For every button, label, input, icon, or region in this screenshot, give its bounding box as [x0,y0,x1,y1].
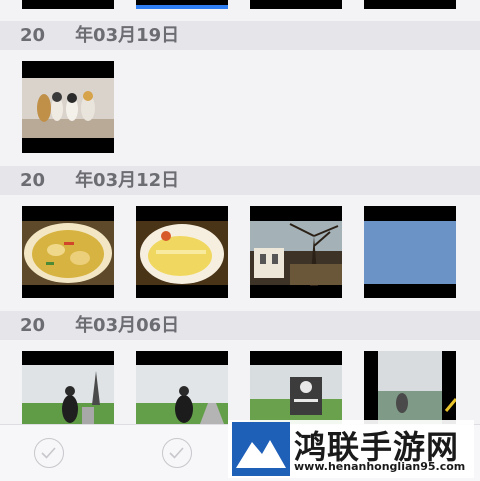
blue-sky-photo [364,221,456,284]
photo-thumbnail-partial[interactable] [364,0,456,9]
photo-thumbnail[interactable] [364,206,456,298]
glass-building-photo [378,351,456,424]
date-section-header: 20 年03月06日 [0,311,480,340]
date-month-day: 年03月12日 [75,170,180,191]
photo-thumbnail-partial-selected[interactable] [136,0,228,9]
select-checkmark-icon[interactable] [34,438,64,468]
watermark-overlay: 鸿联手游网 www.henanhonglian95.com [228,420,474,478]
person-park-photo [22,365,114,424]
watermark-url: www.henanhonglian95.com [294,460,466,473]
photo-thumbnail[interactable] [250,351,342,424]
photo-thumbnail[interactable] [136,351,228,424]
chicken-curry-photo [22,221,114,285]
toy-figurines-photo [22,78,114,138]
date-month-day: 年03月06日 [75,315,180,336]
site-logo-icon [232,422,290,476]
date-month-day: 年03月19日 [75,25,180,46]
photo-thumbnail[interactable] [364,351,456,424]
date-section-header: 20 年03月12日 [0,166,480,195]
select-checkmark-icon[interactable] [162,438,192,468]
photo-thumbnail[interactable] [250,206,342,298]
omelette-rice-photo [136,221,228,285]
date-year: 20 [20,170,46,191]
selection-indicator [136,5,228,9]
person-path-photo [136,365,228,424]
photo-thumbnail[interactable] [22,206,114,298]
tree-building-photo [250,221,342,286]
photo-thumbnail[interactable] [22,61,114,153]
signboard-photo [250,365,342,424]
date-year: 20 [20,315,46,336]
photo-thumbnail[interactable] [22,351,114,424]
photo-thumbnail-partial[interactable] [22,0,114,9]
photo-thumbnail-partial[interactable] [250,0,342,9]
date-year: 20 [20,25,46,46]
photo-thumbnail[interactable] [136,206,228,298]
date-section-header: 20 年03月19日 [0,21,480,50]
